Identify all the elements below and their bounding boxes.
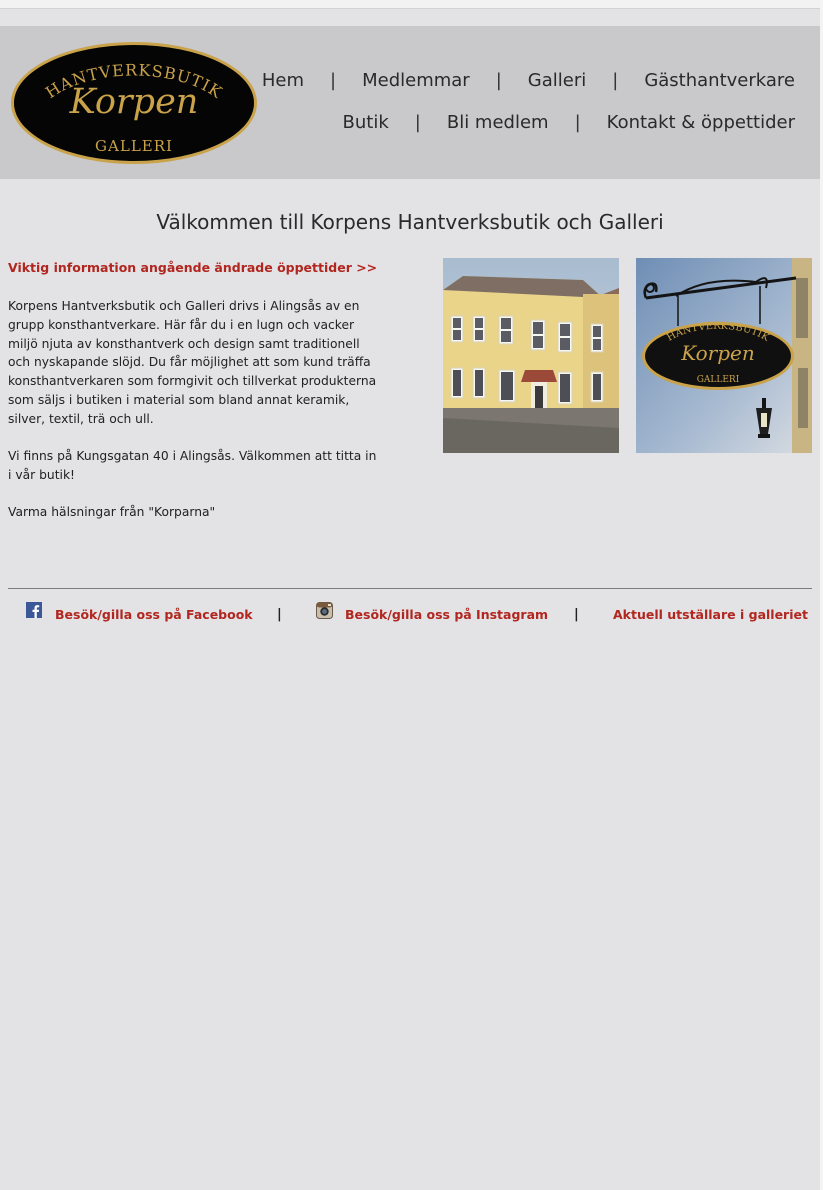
shop-building-photo bbox=[443, 258, 619, 453]
facebook-link[interactable]: Besök/gilla oss på Facebook bbox=[55, 607, 253, 622]
nav-kontakt-oppettider[interactable]: Kontakt & öppettider bbox=[607, 112, 795, 133]
sign-bottom-text: GALLERI bbox=[697, 375, 740, 385]
main-nav-row-2: Butik | Bli medlem | Kontakt & öppettide… bbox=[343, 112, 795, 133]
nav-separator: | bbox=[330, 70, 337, 91]
welcome-heading: Välkommen till Korpens Hantverksbutik oc… bbox=[156, 210, 664, 234]
nav-separator: | bbox=[495, 70, 502, 91]
address-paragraph: Vi finns på Kungsgatan 40 i Alingsås. Vä… bbox=[8, 449, 377, 482]
footer-separator: | bbox=[574, 607, 579, 622]
korpen-logo[interactable]: HANTVERKSBUTIK Korpen GALLERI bbox=[8, 39, 260, 167]
browser-top-strip bbox=[0, 0, 823, 9]
hanging-sign-photo: HANTVERKSBUTIK Korpen GALLERI bbox=[636, 258, 812, 453]
logo-korpen-text: Korpen bbox=[69, 82, 199, 122]
footer-divider bbox=[8, 588, 812, 589]
nav-bli-medlem[interactable]: Bli medlem bbox=[447, 112, 549, 133]
instagram-icon[interactable] bbox=[316, 602, 333, 619]
logo-bottom-text: GALLERI bbox=[95, 137, 173, 155]
intro-paragraph: Korpens Hantverksbutik och Galleri drivs… bbox=[8, 299, 377, 426]
instagram-link[interactable]: Besök/gilla oss på Instagram bbox=[345, 607, 548, 622]
nav-separator: | bbox=[612, 70, 619, 91]
footer-links: Besök/gilla oss på Facebook | Besök/gill… bbox=[0, 602, 823, 628]
nav-medlemmar[interactable]: Medlemmar bbox=[362, 70, 470, 91]
nav-separator: | bbox=[414, 112, 421, 133]
footer-separator: | bbox=[277, 607, 282, 622]
sign-korpen-text: Korpen bbox=[680, 341, 755, 365]
facebook-icon[interactable] bbox=[26, 602, 42, 618]
nav-separator: | bbox=[574, 112, 581, 133]
nav-hem[interactable]: Hem bbox=[262, 70, 304, 91]
main-nav-row-1: Hem | Medlemmar | Galleri | Gästhantverk… bbox=[262, 70, 795, 91]
nav-gasthantverkare[interactable]: Gästhantverkare bbox=[644, 70, 795, 91]
nav-butik[interactable]: Butik bbox=[343, 112, 389, 133]
nav-galleri[interactable]: Galleri bbox=[528, 70, 586, 91]
site-header: HANTVERKSBUTIK Korpen GALLERI Hem | Medl… bbox=[0, 26, 820, 179]
greeting-paragraph: Varma hälsningar från "Korparna" bbox=[8, 505, 216, 519]
current-exhibitor-link[interactable]: Aktuell utställare i galleriet bbox=[613, 607, 808, 622]
important-info-link[interactable]: Viktig information angående ändrade öppe… bbox=[8, 260, 377, 275]
